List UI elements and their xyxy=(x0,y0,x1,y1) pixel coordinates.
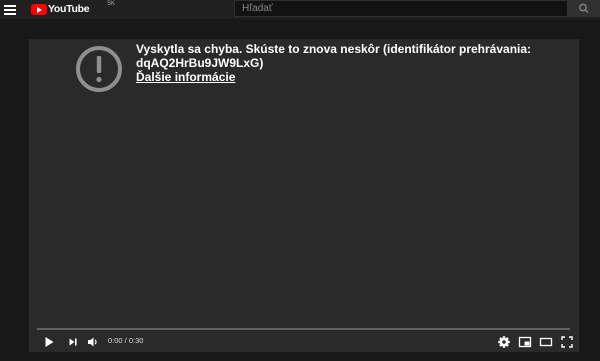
progress-bar[interactable] xyxy=(37,328,570,330)
player-controls: 0:00 / 0:30 xyxy=(29,331,579,352)
top-bar: YouTube SK xyxy=(0,0,600,19)
error-message: Vyskytla sa chyba. Skúste to znova neskô… xyxy=(136,42,566,84)
video-player[interactable]: Vyskytla sa chyba. Skúste to znova neskô… xyxy=(29,39,579,352)
error-text: Vyskytla sa chyba. Skúste to znova neskô… xyxy=(136,42,532,70)
exclamation-circle-icon xyxy=(76,46,122,92)
volume-icon[interactable] xyxy=(85,334,101,350)
search-button[interactable] xyxy=(568,0,600,17)
next-icon[interactable] xyxy=(65,334,81,350)
more-info-link[interactable]: Ďalšie informácie xyxy=(136,70,566,84)
search-input[interactable] xyxy=(234,0,568,17)
gear-icon[interactable] xyxy=(496,334,512,350)
play-icon[interactable] xyxy=(41,334,57,350)
search-icon xyxy=(579,3,589,13)
miniplayer-icon[interactable] xyxy=(517,334,533,350)
fullscreen-icon[interactable] xyxy=(559,334,575,350)
theater-mode-icon[interactable] xyxy=(538,334,554,350)
youtube-play-logo-icon xyxy=(31,4,47,15)
logo-text: YouTube xyxy=(48,3,90,15)
time-display: 0:00 / 0:30 xyxy=(108,336,144,345)
hamburger-menu-icon[interactable] xyxy=(4,4,16,15)
logo-region-code: SK xyxy=(107,1,116,7)
